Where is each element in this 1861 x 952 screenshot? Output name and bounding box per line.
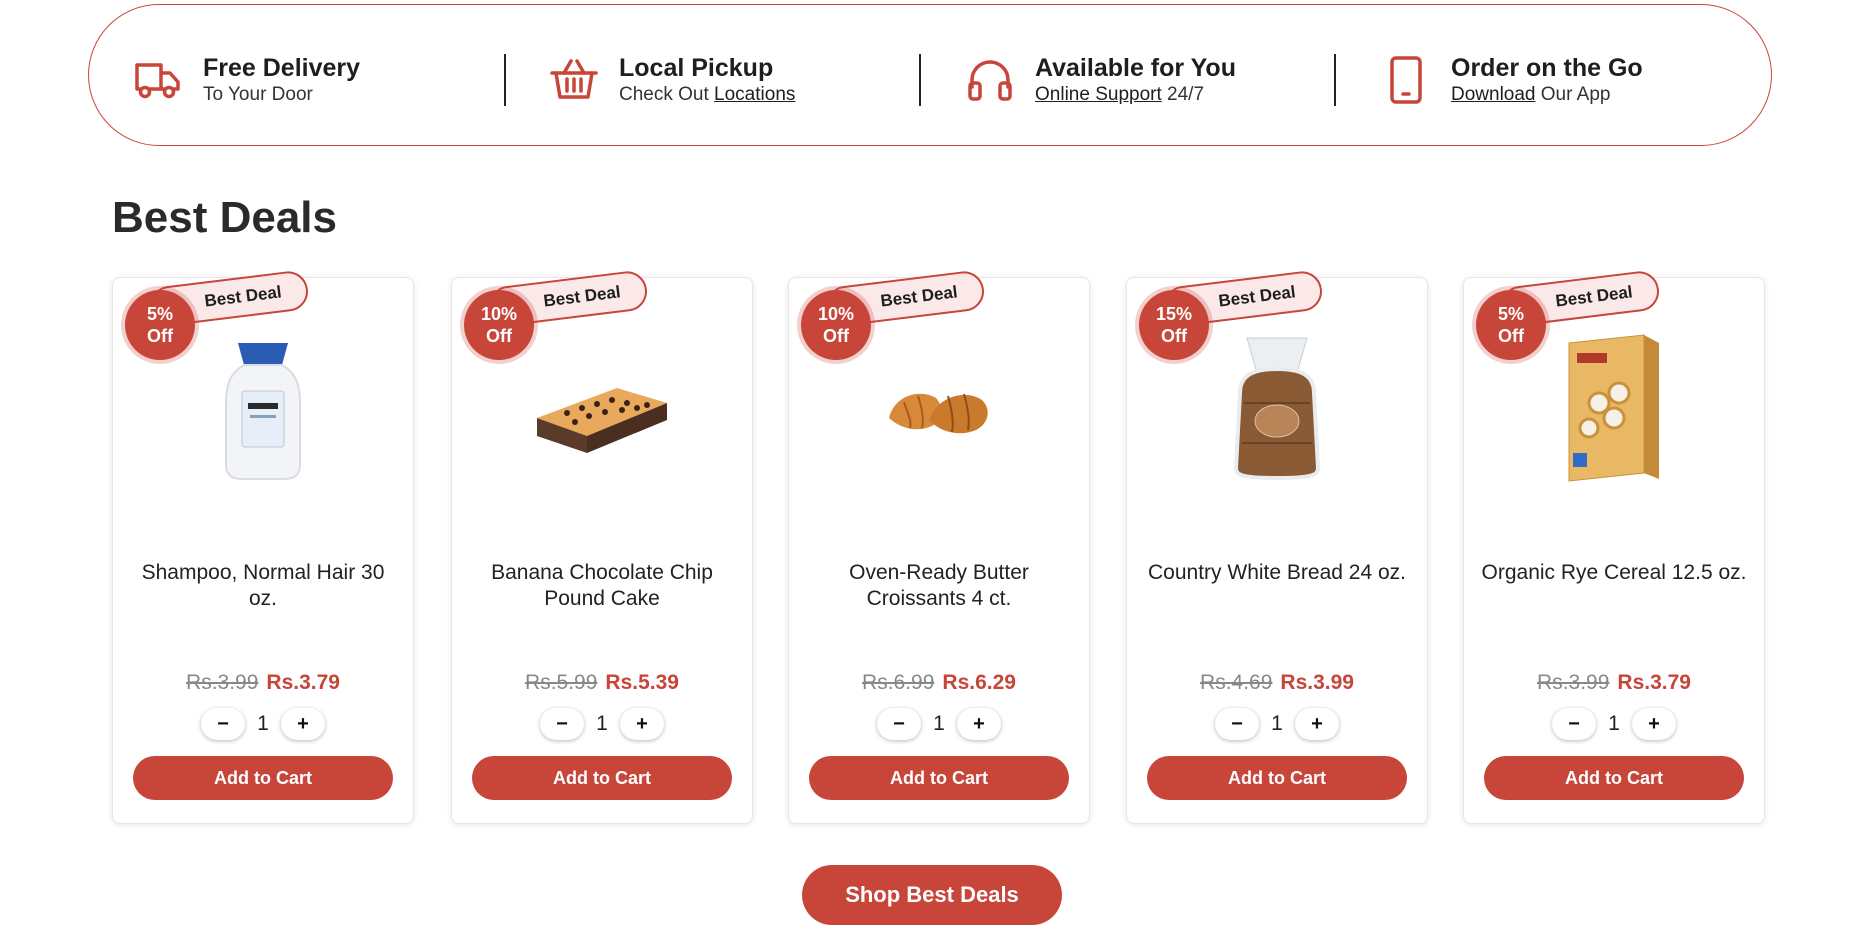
old-price: Rs.3.99 — [1537, 671, 1610, 694]
divider — [1334, 54, 1336, 106]
qty-value[interactable]: 1 — [245, 712, 281, 736]
product-name[interactable]: Country White Bread 24 oz. — [1141, 560, 1413, 586]
feature-title: Free Delivery — [203, 54, 361, 82]
quantity-stepper: − 1 + — [452, 708, 752, 740]
price: Rs.5.99 Rs.5.39 — [452, 671, 752, 695]
product-name[interactable]: Shampoo, Normal Hair 30 oz. — [127, 560, 399, 612]
headphones-icon — [965, 55, 1015, 105]
product-card[interactable]: Best Deal 5% Off Organic Rye Cereal 12.5 … — [1463, 269, 1765, 824]
price: Rs.6.99 Rs.6.29 — [789, 671, 1089, 695]
qty-decrease-button[interactable]: − — [540, 708, 584, 740]
divider — [504, 54, 506, 106]
online-support-link[interactable]: Online Support — [1035, 84, 1162, 105]
product-image-pound-cake[interactable] — [452, 328, 752, 488]
product-image-cereal[interactable] — [1464, 328, 1764, 488]
price: Rs.4.69 Rs.3.99 — [1127, 671, 1427, 695]
product-name[interactable]: Oven-Ready Butter Croissants 4 ct. — [803, 560, 1075, 612]
new-price: Rs.6.29 — [942, 671, 1016, 694]
add-to-cart-button[interactable]: Add to Cart — [472, 756, 732, 800]
divider — [919, 54, 921, 106]
new-price: Rs.5.39 — [605, 671, 679, 694]
shop-best-deals-button[interactable]: Shop Best Deals — [802, 865, 1062, 925]
feature-support: Available for You Online Support 24/7 — [965, 53, 1236, 106]
feature-app: Order on the Go Download Our App — [1381, 53, 1643, 106]
qty-decrease-button[interactable]: − — [201, 708, 245, 740]
price: Rs.3.99 Rs.3.79 — [1464, 671, 1764, 695]
features-bar: Free Delivery To Your Door Local Pickup … — [88, 4, 1772, 146]
old-price: Rs.5.99 — [525, 671, 598, 694]
feature-subtitle: Online Support 24/7 — [1035, 84, 1205, 105]
qty-decrease-button[interactable]: − — [877, 708, 921, 740]
quantity-stepper: − 1 + — [1464, 708, 1764, 740]
qty-increase-button[interactable]: + — [957, 708, 1001, 740]
qty-decrease-button[interactable]: − — [1215, 708, 1259, 740]
add-to-cart-button[interactable]: Add to Cart — [1484, 756, 1744, 800]
qty-increase-button[interactable]: + — [620, 708, 664, 740]
section-title: Best Deals — [112, 193, 338, 242]
locations-link[interactable]: Locations — [714, 84, 795, 105]
quantity-stepper: − 1 + — [1127, 708, 1427, 740]
basket-icon — [549, 55, 599, 105]
download-link[interactable]: Download — [1451, 84, 1536, 105]
old-price: Rs.6.99 — [862, 671, 935, 694]
product-image-shampoo[interactable] — [113, 328, 413, 488]
product-card[interactable]: Best Deal 10% Off Oven-Ready Butter Crois… — [788, 269, 1090, 824]
add-to-cart-button[interactable]: Add to Cart — [809, 756, 1069, 800]
truck-icon — [133, 55, 183, 105]
quantity-stepper: − 1 + — [789, 708, 1089, 740]
old-price: Rs.3.99 — [186, 671, 259, 694]
product-image-croissants[interactable] — [789, 328, 1089, 488]
new-price: Rs.3.79 — [266, 671, 340, 694]
feature-subtitle: To Your Door — [203, 84, 313, 105]
product-card[interactable]: Best Deal 5% Off Shampoo, Normal Hair 30 … — [112, 269, 414, 824]
product-card[interactable]: Best Deal 15% Off Country White Bread 24 … — [1126, 269, 1428, 824]
qty-value[interactable]: 1 — [1259, 712, 1295, 736]
qty-increase-button[interactable]: + — [1295, 708, 1339, 740]
product-image-bread[interactable] — [1127, 328, 1427, 488]
quantity-stepper: − 1 + — [113, 708, 413, 740]
qty-value[interactable]: 1 — [921, 712, 957, 736]
qty-decrease-button[interactable]: − — [1552, 708, 1596, 740]
feature-subtitle: Download Our App — [1451, 84, 1611, 105]
feature-subtitle: Check Out Locations — [619, 84, 796, 105]
qty-value[interactable]: 1 — [1596, 712, 1632, 736]
qty-value[interactable]: 1 — [584, 712, 620, 736]
new-price: Rs.3.79 — [1617, 671, 1691, 694]
product-name[interactable]: Organic Rye Cereal 12.5 oz. — [1478, 560, 1750, 586]
add-to-cart-button[interactable]: Add to Cart — [133, 756, 393, 800]
qty-increase-button[interactable]: + — [1632, 708, 1676, 740]
feature-title: Order on the Go — [1451, 54, 1643, 82]
feature-free-delivery: Free Delivery To Your Door — [133, 53, 360, 106]
price: Rs.3.99 Rs.3.79 — [113, 671, 413, 695]
product-card[interactable]: Best Deal 10% Off Banana Chocolate Chip P… — [451, 269, 753, 824]
feature-title: Available for You — [1035, 54, 1236, 82]
feature-title: Local Pickup — [619, 54, 774, 82]
add-to-cart-button[interactable]: Add to Cart — [1147, 756, 1407, 800]
new-price: Rs.3.99 — [1280, 671, 1354, 694]
feature-local-pickup: Local Pickup Check Out Locations — [549, 53, 795, 106]
mobile-phone-icon — [1381, 55, 1431, 105]
product-name[interactable]: Banana Chocolate Chip Pound Cake — [466, 560, 738, 612]
qty-increase-button[interactable]: + — [281, 708, 325, 740]
old-price: Rs.4.69 — [1200, 671, 1273, 694]
